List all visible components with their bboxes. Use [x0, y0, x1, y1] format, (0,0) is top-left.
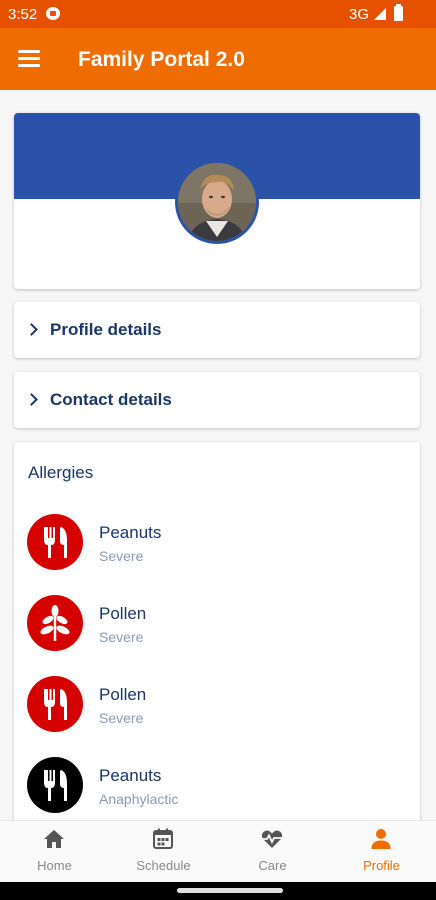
nav-schedule[interactable]: Schedule [109, 821, 218, 883]
allergy-severity: Severe [99, 629, 144, 645]
heart-pulse-icon [261, 830, 283, 848]
nav-schedule-label: Schedule [136, 858, 191, 873]
allergy-name: Pollen [99, 604, 147, 623]
allergy-name: Peanuts [99, 523, 162, 542]
cutlery-icon [27, 676, 83, 732]
signal-icon [374, 8, 386, 20]
network-type: 3G [349, 6, 370, 23]
allergy-severity: Anaphylactic [99, 791, 179, 807]
cutlery-icon [27, 514, 83, 570]
profile-details-expander[interactable]: Profile details [14, 302, 420, 358]
allergy-severity: Severe [99, 710, 144, 726]
allergy-name: Pollen [99, 685, 147, 704]
leaf-icon [27, 595, 83, 651]
allergy-severity: Severe [99, 548, 144, 564]
allergy-item[interactable]: Pollen Severe [14, 595, 420, 659]
system-navigation-area [0, 882, 436, 900]
allergy-item[interactable]: Peanuts Severe [14, 514, 420, 578]
chat-notification-icon [46, 7, 60, 20]
nav-home[interactable]: Home [0, 821, 109, 883]
profile-card [14, 113, 420, 289]
profile-details-label: Profile details [50, 320, 162, 339]
avatar[interactable] [175, 160, 259, 244]
home-gesture-bar[interactable] [177, 888, 283, 893]
allergies-card: Allergies Peanuts Severe Pollen Severe P… [14, 442, 420, 842]
status-time: 3:52 [8, 6, 38, 23]
nav-home-label: Home [37, 858, 72, 873]
menu-icon[interactable] [18, 50, 40, 68]
calendar-icon [153, 828, 173, 849]
allergy-item[interactable]: Pollen Severe [14, 676, 420, 740]
person-icon [371, 829, 391, 849]
nav-profile[interactable]: Profile [327, 821, 436, 883]
chevron-right-icon [25, 393, 38, 406]
home-icon [44, 830, 64, 848]
contact-details-expander[interactable]: Contact details [14, 372, 420, 428]
bottom-nav: Home Schedule Care Profile [0, 820, 436, 882]
allergy-name: Peanuts [99, 766, 162, 785]
nav-care[interactable]: Care [218, 821, 327, 883]
allergies-title: Allergies [28, 463, 94, 482]
nav-profile-label: Profile [363, 858, 400, 873]
app-title: Family Portal 2.0 [78, 48, 245, 71]
contact-details-label: Contact details [50, 390, 172, 409]
cutlery-icon [27, 757, 83, 813]
app-bar: Family Portal 2.0 [0, 28, 436, 90]
status-bar: 3:52 3G [0, 0, 436, 28]
nav-care-label: Care [258, 858, 287, 873]
battery-icon [394, 4, 403, 21]
allergy-item[interactable]: Peanuts Anaphylactic [14, 757, 420, 821]
chevron-right-icon [25, 323, 38, 336]
